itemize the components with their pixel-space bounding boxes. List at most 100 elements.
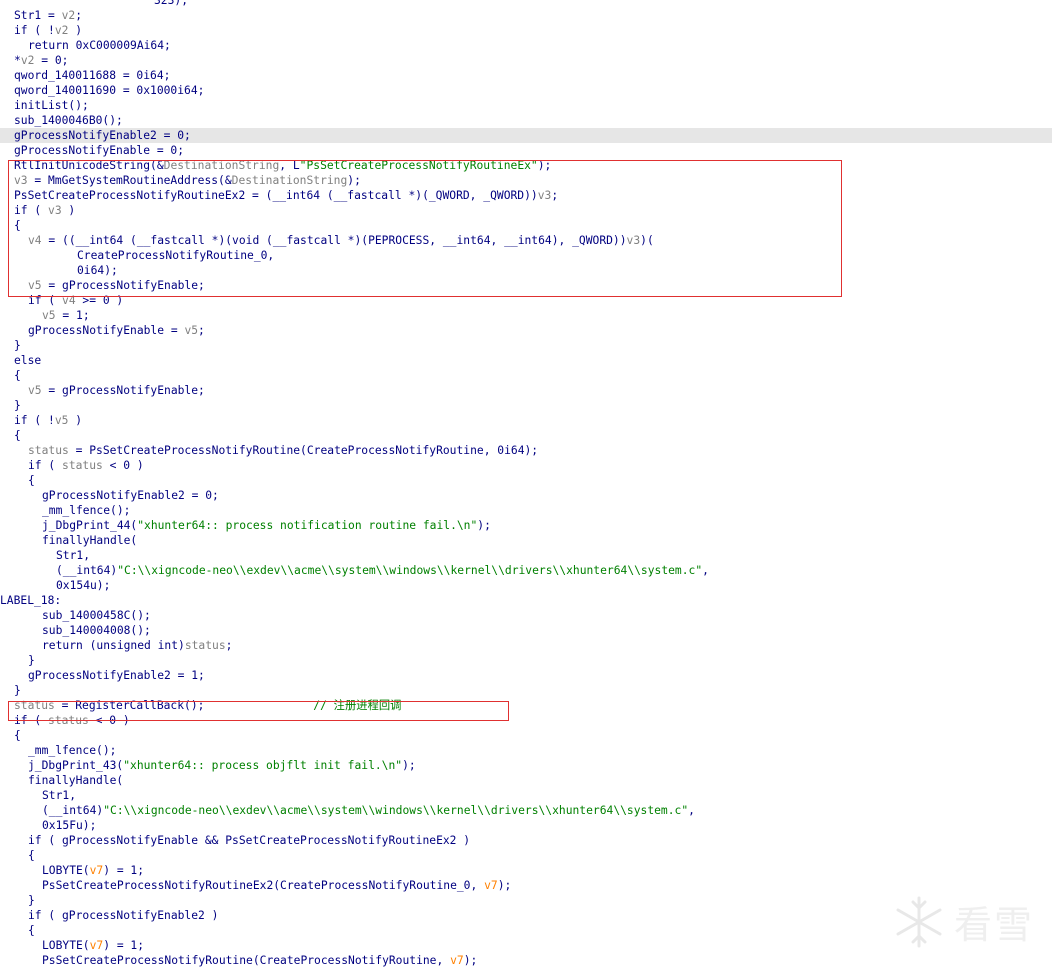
- code-token: Str1 =: [14, 9, 62, 22]
- code-token: ;: [198, 324, 205, 337]
- code-token: = 1;: [55, 309, 90, 322]
- code-token: qword_140011690 = 0x1000i64;: [14, 84, 205, 97]
- code-text: {: [14, 368, 21, 383]
- code-line[interactable]: qword_140011688 = 0i64;: [0, 68, 1052, 83]
- code-line[interactable]: gProcessNotifyEnable = v5;: [0, 323, 1052, 338]
- code-line[interactable]: _mm_lfence();: [0, 743, 1052, 758]
- code-line[interactable]: }: [0, 653, 1052, 668]
- variable-token: v5: [184, 324, 199, 337]
- code-token: if ( gProcessNotifyEnable && PsSetCreate…: [28, 834, 471, 847]
- code-text: if ( gProcessNotifyEnable && PsSetCreate…: [28, 833, 470, 848]
- code-line[interactable]: }: [0, 398, 1052, 413]
- code-token: = gProcessNotifyEnable;: [41, 384, 205, 397]
- code-line[interactable]: initList();: [0, 98, 1052, 113]
- code-text: v5 = 1;: [42, 308, 90, 323]
- code-text: initList();: [14, 98, 89, 113]
- code-token: );: [402, 759, 416, 772]
- code-text: j_DbgPrint_43("xhunter64:: process objfl…: [28, 758, 416, 773]
- code-text: status = PsSetCreateProcessNotifyRoutine…: [28, 443, 538, 458]
- code-line[interactable]: _mm_lfence();: [0, 503, 1052, 518]
- code-line[interactable]: }: [0, 338, 1052, 353]
- code-token: if ( gProcessNotifyEnable2 ): [28, 909, 219, 922]
- code-token: {: [14, 429, 21, 442]
- code-text: gProcessNotifyEnable2 = 1;: [28, 668, 205, 683]
- code-text: Str1 = v2;: [14, 8, 82, 23]
- code-token: gProcessNotifyEnable = 0;: [14, 144, 185, 157]
- code-line[interactable]: return (unsigned int)status;: [0, 638, 1052, 653]
- code-token: else: [14, 354, 42, 367]
- code-token: if (: [28, 459, 63, 472]
- code-line[interactable]: {: [0, 473, 1052, 488]
- code-line[interactable]: {: [0, 368, 1052, 383]
- code-line[interactable]: Str1,: [0, 788, 1052, 803]
- code-token: );: [497, 879, 512, 892]
- code-line[interactable]: LOBYTE(v7) = 1;: [0, 863, 1052, 878]
- code-text: {: [14, 728, 21, 743]
- code-line[interactable]: }: [0, 683, 1052, 698]
- code-line[interactable]: status = PsSetCreateProcessNotifyRoutine…: [0, 443, 1052, 458]
- code-line[interactable]: *v2 = 0;: [0, 53, 1052, 68]
- code-line[interactable]: gProcessNotifyEnable2 = 0;: [0, 488, 1052, 503]
- code-line[interactable]: (__int64)"C:\\xigncode-neo\\exdev\\acme\…: [0, 563, 1052, 578]
- code-line[interactable]: 323);: [0, 0, 1052, 8]
- code-line[interactable]: qword_140011690 = 0x1000i64;: [0, 83, 1052, 98]
- code-line[interactable]: finallyHandle(: [0, 533, 1052, 548]
- code-line[interactable]: sub_1400046B0();: [0, 113, 1052, 128]
- code-text: else: [14, 353, 41, 368]
- code-line[interactable]: Str1 = v2;: [0, 8, 1052, 23]
- variable-token: v2: [61, 9, 76, 22]
- code-line[interactable]: finallyHandle(: [0, 773, 1052, 788]
- code-line[interactable]: sub_140004008();: [0, 623, 1052, 638]
- code-line[interactable]: 0x154u);: [0, 578, 1052, 593]
- string-literal: "xhunter64:: process objflt init fail.\n…: [123, 759, 403, 772]
- code-token: {: [28, 474, 35, 487]
- code-line[interactable]: LABEL_18:: [0, 593, 1052, 608]
- code-line[interactable]: else: [0, 353, 1052, 368]
- code-token: Str1,: [42, 789, 77, 802]
- string-literal: "xhunter64:: process notification routin…: [137, 519, 478, 532]
- code-line[interactable]: if ( !v5 ): [0, 413, 1052, 428]
- variable-token: v5: [28, 384, 42, 397]
- code-line[interactable]: j_DbgPrint_43("xhunter64:: process objfl…: [0, 758, 1052, 773]
- code-token: Str1,: [56, 549, 91, 562]
- code-token: {: [28, 924, 35, 937]
- code-token: PsSetCreateProcessNotifyRoutine(CreatePr…: [42, 954, 451, 967]
- code-line[interactable]: gProcessNotifyEnable = 0;: [0, 143, 1052, 158]
- code-text: Str1,: [56, 548, 90, 563]
- code-line[interactable]: PsSetCreateProcessNotifyRoutine(CreatePr…: [0, 953, 1052, 968]
- code-line[interactable]: 0x15Fu);: [0, 818, 1052, 833]
- code-line[interactable]: if ( gProcessNotifyEnable && PsSetCreate…: [0, 833, 1052, 848]
- code-text: gProcessNotifyEnable2 = 0;: [14, 128, 191, 143]
- code-line[interactable]: {: [0, 728, 1052, 743]
- code-text: LABEL_18:: [0, 593, 61, 608]
- code-line[interactable]: Str1,: [0, 548, 1052, 563]
- pseudocode-view[interactable]: 323); Str1 = v2; if ( !v2 ) return 0xC00000…: [0, 0, 1052, 975]
- code-line[interactable]: return 0xC000009Ai64;: [0, 38, 1052, 53]
- code-line[interactable]: PsSetCreateProcessNotifyRoutineEx2(Creat…: [0, 878, 1052, 893]
- code-line[interactable]: (__int64)"C:\\xigncode-neo\\exdev\\acme\…: [0, 803, 1052, 818]
- code-text: sub_14000458C();: [42, 608, 151, 623]
- code-token: _mm_lfence();: [42, 504, 131, 517]
- code-token: );: [477, 519, 491, 532]
- code-token: sub_140004008();: [42, 624, 151, 637]
- code-line[interactable]: {: [0, 848, 1052, 863]
- code-line[interactable]: if ( !v2 ): [0, 23, 1052, 38]
- code-token: initList();: [14, 99, 89, 112]
- code-text: PsSetCreateProcessNotifyRoutine(CreatePr…: [42, 953, 477, 968]
- code-text: }: [28, 653, 35, 668]
- code-line[interactable]: gProcessNotifyEnable2 = 1;: [0, 668, 1052, 683]
- code-token: qword_140011688 = 0i64;: [14, 69, 171, 82]
- code-text: 0x154u);: [56, 578, 110, 593]
- code-text: }: [14, 338, 21, 353]
- code-line[interactable]: gProcessNotifyEnable2 = 0;: [0, 128, 1052, 143]
- variable-token: v5: [54, 414, 69, 427]
- code-text: v5 = gProcessNotifyEnable;: [28, 383, 205, 398]
- code-token: LOBYTE(: [42, 939, 90, 952]
- code-line[interactable]: if ( status < 0 ): [0, 458, 1052, 473]
- code-line[interactable]: j_DbgPrint_44("xhunter64:: process notif…: [0, 518, 1052, 533]
- code-line[interactable]: sub_14000458C();: [0, 608, 1052, 623]
- watermark-text: 看雪: [953, 903, 1034, 947]
- code-line[interactable]: v5 = gProcessNotifyEnable;: [0, 383, 1052, 398]
- code-line[interactable]: v5 = 1;: [0, 308, 1052, 323]
- code-line[interactable]: {: [0, 428, 1052, 443]
